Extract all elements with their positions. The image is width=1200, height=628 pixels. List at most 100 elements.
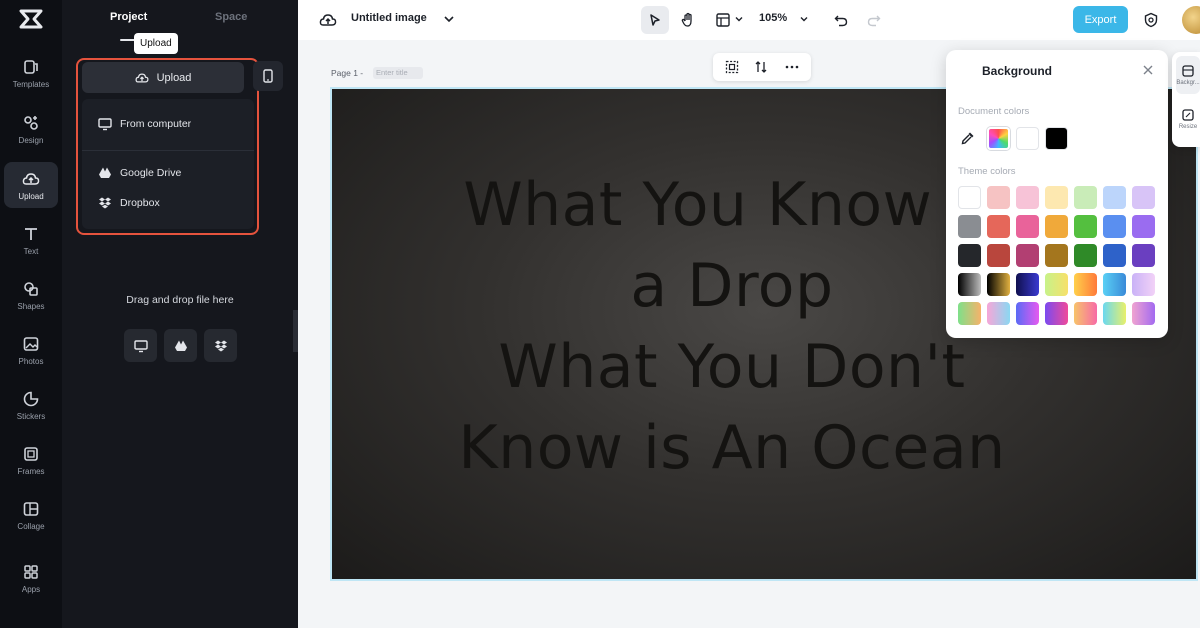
gradient-swatch[interactable] <box>1045 273 1068 296</box>
design-icon <box>24 115 38 130</box>
gradient-swatch[interactable] <box>1103 273 1126 296</box>
theme-color-swatch[interactable] <box>1045 215 1068 238</box>
export-button[interactable]: Export <box>1073 6 1128 33</box>
background-tab-button[interactable]: Backgr... <box>1176 56 1200 94</box>
rail-item-frames[interactable]: Frames <box>4 437 58 483</box>
rail-item-photos[interactable]: Photos <box>4 327 58 373</box>
resize-tab-button[interactable]: Resize <box>1176 100 1200 138</box>
rail-label: Apps <box>21 584 41 594</box>
shield-button[interactable] <box>1140 9 1162 31</box>
theme-color-swatch[interactable] <box>958 186 981 209</box>
document-title[interactable]: Untitled image <box>351 12 427 24</box>
theme-color-swatch[interactable] <box>1132 244 1155 267</box>
rail-label: Photos <box>18 356 44 366</box>
undo-button[interactable] <box>830 9 852 31</box>
eyedropper-icon[interactable] <box>960 130 976 146</box>
swap-icon <box>755 61 767 73</box>
theme-color-swatch[interactable] <box>1016 186 1039 209</box>
rail-item-upload[interactable]: Upload <box>4 162 58 208</box>
rail-label: Frames <box>17 466 45 476</box>
select-tool-button[interactable] <box>641 6 669 34</box>
tab-project[interactable]: Project <box>110 11 147 23</box>
chevron-down-icon[interactable] <box>799 14 809 24</box>
redo-icon <box>867 15 881 27</box>
phone-upload-button[interactable] <box>253 61 283 91</box>
gradient-swatch[interactable] <box>1045 302 1068 325</box>
dashed-frame-icon <box>725 60 739 74</box>
rail-item-stickers[interactable]: Stickers <box>4 382 58 428</box>
hand-icon <box>681 12 692 27</box>
gradient-swatch[interactable] <box>958 273 981 296</box>
gradient-swatch[interactable] <box>987 302 1010 325</box>
artboard-text-line: Know is An Ocean <box>458 413 1006 483</box>
rail-label: Upload <box>18 191 44 201</box>
chevron-down-icon[interactable] <box>734 14 744 24</box>
gradient-swatch[interactable] <box>1132 302 1155 325</box>
theme-color-swatch[interactable] <box>1074 244 1097 267</box>
tab-space[interactable]: Space <box>215 11 247 23</box>
drag-drop-hint: Drag and drop file here <box>126 294 234 306</box>
document-color-swatch[interactable] <box>1045 127 1068 150</box>
theme-color-swatch[interactable] <box>987 215 1010 238</box>
document-color-swatch[interactable] <box>1016 127 1039 150</box>
theme-color-swatch[interactable] <box>1132 215 1155 238</box>
theme-color-swatch[interactable] <box>1016 244 1039 267</box>
theme-color-swatch[interactable] <box>1103 215 1126 238</box>
redo-button[interactable] <box>863 9 885 31</box>
theme-color-swatch[interactable] <box>1074 215 1097 238</box>
google-drive-icon <box>174 340 187 351</box>
menu-item-dropbox[interactable]: Dropbox <box>98 196 160 210</box>
rail-item-apps[interactable]: Apps <box>4 555 58 601</box>
more-options-button[interactable] <box>783 58 801 76</box>
rail-item-collage[interactable]: Collage <box>4 492 58 538</box>
gradient-swatch[interactable] <box>958 302 981 325</box>
gradient-swatch[interactable] <box>1103 302 1126 325</box>
theme-color-swatch[interactable] <box>1103 186 1126 209</box>
theme-color-swatch[interactable] <box>958 215 981 238</box>
swap-button[interactable] <box>752 58 770 76</box>
page-title-input[interactable]: Enter title <box>373 67 423 79</box>
layout-tool-button[interactable] <box>711 8 735 32</box>
gradient-swatch[interactable] <box>987 273 1010 296</box>
gradient-swatch[interactable] <box>1074 273 1097 296</box>
rail-label: Collage <box>17 521 45 531</box>
gradient-swatch[interactable] <box>1074 302 1097 325</box>
hand-tool-button[interactable] <box>676 8 700 32</box>
rail-label: Stickers <box>16 411 46 421</box>
theme-color-swatch[interactable] <box>1045 186 1068 209</box>
theme-color-swatch[interactable] <box>1103 244 1126 267</box>
custom-color-picker[interactable] <box>987 127 1010 150</box>
dnd-computer-button[interactable] <box>124 329 157 362</box>
theme-color-swatch[interactable] <box>1045 244 1068 267</box>
theme-color-swatch[interactable] <box>958 244 981 267</box>
rail-item-shapes[interactable]: Shapes <box>4 272 58 318</box>
fit-selection-button[interactable] <box>723 58 741 76</box>
menu-item-from-computer[interactable]: From computer <box>98 117 191 131</box>
theme-color-swatch[interactable] <box>1132 186 1155 209</box>
rail-item-design[interactable]: Design <box>4 106 58 152</box>
cursor-arrow-icon <box>650 14 660 26</box>
theme-color-swatch[interactable] <box>987 186 1010 209</box>
cloud-sync-icon[interactable] <box>318 10 338 30</box>
monitor-icon <box>133 339 148 352</box>
menu-item-google-drive[interactable]: Google Drive <box>98 166 181 180</box>
theme-color-swatch[interactable] <box>1074 186 1097 209</box>
artboard-text-line: What You Don't <box>498 332 966 402</box>
rail-item-text[interactable]: Text <box>4 217 58 263</box>
close-icon[interactable] <box>1141 63 1155 77</box>
theme-color-swatch[interactable] <box>987 244 1010 267</box>
gradient-swatch[interactable] <box>1132 273 1155 296</box>
dnd-google-drive-button[interactable] <box>164 329 197 362</box>
theme-color-swatch[interactable] <box>1016 215 1039 238</box>
rail-item-templates[interactable]: Templates <box>4 50 58 96</box>
google-drive-icon <box>99 167 111 178</box>
top-toolbar: Untitled image 105% Export <box>298 0 1200 40</box>
gradient-swatch[interactable] <box>1016 273 1039 296</box>
chevron-down-icon[interactable] <box>442 12 456 26</box>
collage-icon <box>23 501 39 516</box>
dnd-dropbox-button[interactable] <box>204 329 237 362</box>
zoom-level[interactable]: 105% <box>759 12 787 24</box>
user-avatar[interactable] <box>1182 6 1200 34</box>
upload-button[interactable]: Upload <box>82 62 244 93</box>
gradient-swatch[interactable] <box>1016 302 1039 325</box>
